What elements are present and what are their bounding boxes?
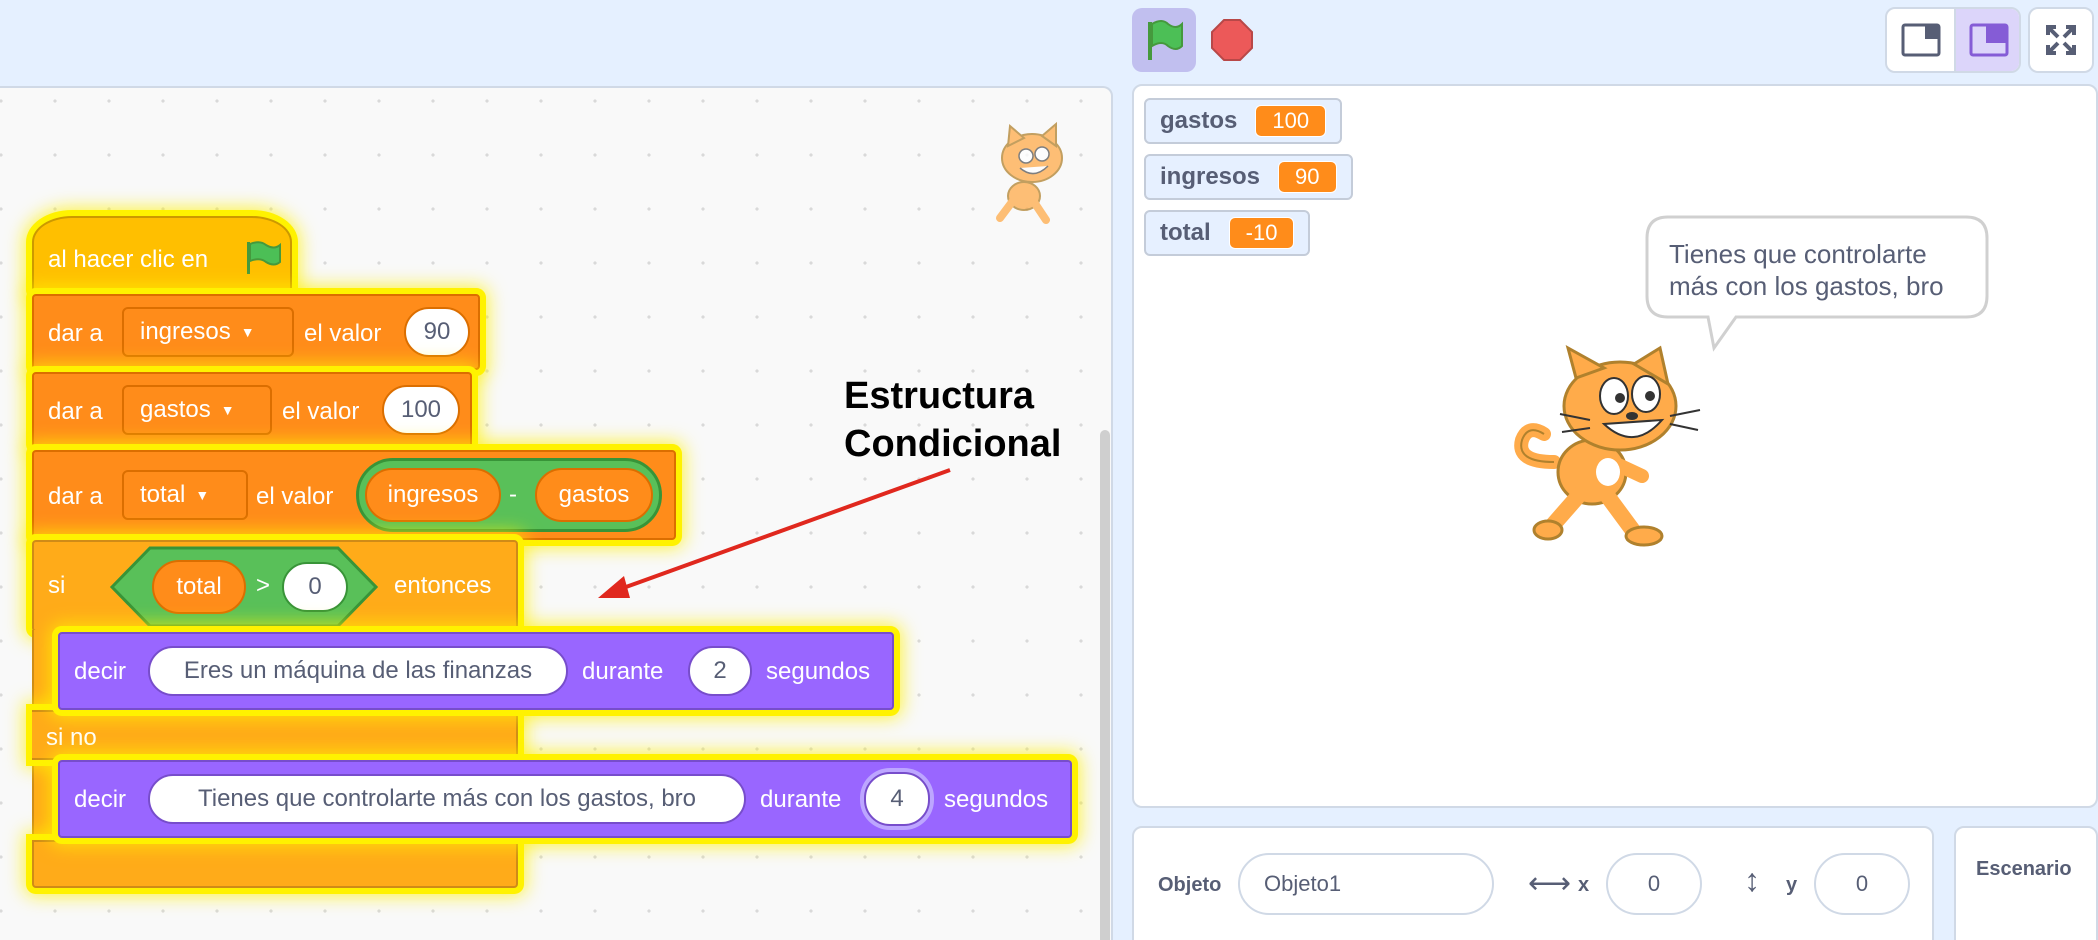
set-prefix-label: dar a: [48, 398, 103, 425]
green-flag-icon: [1148, 20, 1183, 60]
monitor-gastos: gastos 100: [1144, 98, 1343, 144]
monitor-value: 100: [1255, 105, 1327, 137]
small-stage-icon: [1901, 23, 1941, 57]
stage-size-toggle: [1885, 7, 2021, 73]
else-label: si no: [46, 724, 97, 751]
condition-value-input[interactable]: 0: [282, 562, 348, 612]
annotation-label: Estructura Condicional: [844, 372, 1061, 468]
set-prefix-label: dar a: [48, 320, 103, 347]
monitor-ingresos: ingresos 90: [1144, 154, 1353, 200]
stop-sign-icon: [1211, 19, 1253, 61]
then-label: entonces: [394, 572, 492, 599]
set-gastos-block[interactable]: dar a gastos ▼ el valor 100: [32, 372, 472, 448]
value-input-100[interactable]: 100: [382, 385, 460, 435]
stop-button[interactable]: [1200, 8, 1264, 72]
say-for-secs-block-2[interactable]: decir Tienes que controlarte más con los…: [58, 760, 1072, 838]
monitor-label: gastos: [1160, 107, 1238, 134]
if-label: si: [48, 572, 66, 599]
fullscreen-icon: [2046, 25, 2076, 55]
x-position-input[interactable]: 0: [1606, 853, 1702, 915]
monitor-label: total: [1160, 219, 1211, 246]
say-for-secs-block-1[interactable]: decir Eres un máquina de las finanzas du…: [58, 632, 894, 710]
hat-label: al hacer clic en: [48, 246, 209, 273]
if-else-block[interactable]: si total > 0 entonces: [32, 540, 518, 632]
annotation-line-1: Estructura: [844, 375, 1035, 417]
object-label: Objeto: [1158, 874, 1222, 896]
dropdown-value: total: [140, 481, 186, 508]
say-mid-label: durante: [760, 786, 842, 813]
vertical-arrows-icon: ↕: [1744, 862, 1760, 898]
minus-symbol: -: [509, 481, 517, 508]
monitor-total: total -10: [1144, 210, 1311, 256]
variable-dropdown-gastos[interactable]: gastos ▼: [122, 385, 272, 435]
monitor-label: ingresos: [1160, 163, 1261, 190]
say-secs-input-1[interactable]: 2: [688, 646, 752, 696]
monitor-value: -10: [1228, 217, 1295, 249]
say-prefix-label: decir: [74, 658, 127, 685]
normal-stage-button[interactable]: [1954, 9, 2019, 71]
reporter-total[interactable]: total: [152, 560, 246, 614]
fullscreen-button[interactable]: [2028, 7, 2094, 73]
set-mid-label: el valor: [256, 483, 334, 510]
say-mid-label: durante: [582, 658, 664, 685]
else-strip: si no: [32, 710, 518, 760]
say-suffix-label: segundos: [766, 658, 871, 685]
set-prefix-label: dar a: [48, 483, 103, 510]
set-mid-label: el valor: [304, 320, 382, 347]
chevron-down-icon: ▼: [195, 487, 210, 503]
say-text-input-1[interactable]: Eres un máquina de las finanzas: [148, 646, 568, 696]
variable-dropdown-total[interactable]: total ▼: [122, 470, 248, 520]
say-prefix-label: decir: [74, 786, 127, 813]
set-ingresos-block[interactable]: dar a ingresos ▼ el valor 90: [32, 294, 480, 370]
normal-stage-icon: [1969, 23, 2009, 57]
value-input-90[interactable]: 90: [404, 307, 470, 357]
speech-line-1: Tienes que controlarte: [1669, 239, 1927, 269]
if-else-bottom: [32, 840, 518, 888]
green-flag-button[interactable]: [1132, 8, 1196, 72]
dropdown-value: gastos: [140, 396, 211, 423]
small-stage-button[interactable]: [1887, 9, 1954, 71]
cat-sprite-icon[interactable]: [1510, 344, 1710, 548]
variable-dropdown-ingresos[interactable]: ingresos ▼: [122, 307, 294, 357]
code-scrollbar[interactable]: [1100, 430, 1110, 940]
set-mid-label: el valor: [282, 398, 360, 425]
annotation-arrow-icon: [598, 468, 951, 598]
stage-target-panel[interactable]: Escenario: [1954, 826, 2098, 940]
when-flag-clicked-block[interactable]: al hacer clic en: [32, 216, 292, 294]
chevron-down-icon: ▼: [240, 324, 255, 340]
green-flag-icon: [247, 241, 281, 274]
dropdown-value: ingresos: [140, 318, 231, 345]
monitor-value: 90: [1278, 161, 1337, 193]
set-total-block[interactable]: dar a total ▼ el valor ingresos - gastos: [32, 450, 676, 540]
object-name-input[interactable]: Objeto1: [1238, 853, 1494, 915]
say-text-input-2[interactable]: Tienes que controlarte más con los gasto…: [148, 774, 746, 824]
reporter-ingresos[interactable]: ingresos: [365, 468, 501, 522]
chevron-down-icon: ▼: [220, 402, 235, 418]
y-position-input[interactable]: 0: [1814, 853, 1910, 915]
horizontal-arrows-icon: ⟷: [1528, 867, 1572, 900]
sprite-thumbnail-cat-icon: [996, 121, 1063, 224]
say-suffix-label: segundos: [944, 786, 1049, 813]
y-label: y: [1786, 874, 1798, 896]
stage-label: Escenario: [1976, 858, 2072, 880]
speech-line-2: más con los gastos, bro: [1669, 271, 1944, 301]
say-secs-input-2[interactable]: 4: [864, 772, 930, 826]
x-label: x: [1578, 874, 1590, 896]
speech-bubble-text: Tienes que controlarte más con los gasto…: [1669, 238, 1989, 302]
greater-than-symbol: >: [256, 572, 271, 599]
